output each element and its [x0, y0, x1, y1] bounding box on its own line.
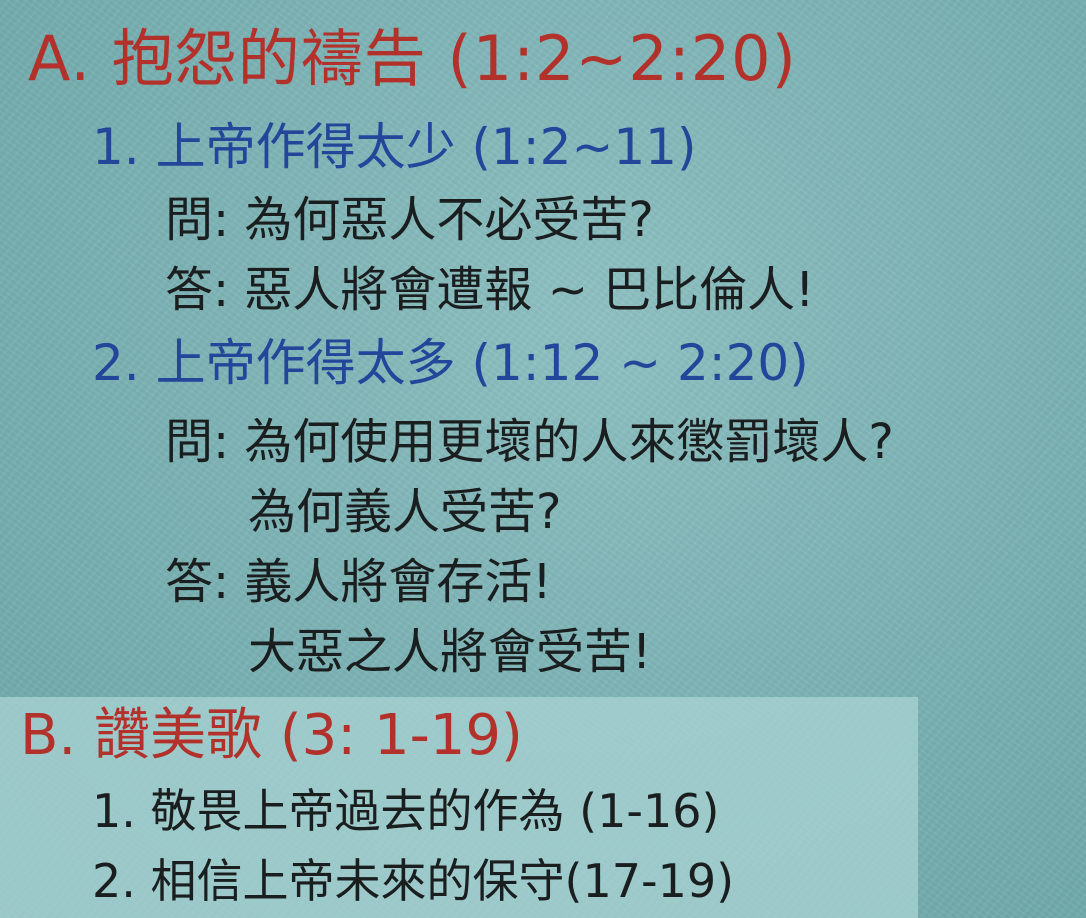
section-a-point-1-answer: 答: 惡人將會遭報 ~ 巴比倫人! [165, 262, 815, 318]
section-b-heading: B. 讚美歌 (3: 1-19) [20, 703, 523, 768]
section-a-point-1-title: 1. 上帝作得太少 (1:2~11) [92, 118, 697, 176]
section-a-heading: A. 抱怨的禱告 (1:2~2:20) [28, 22, 797, 95]
section-a-point-2-question-line-2: 為何義人受苦? [248, 484, 562, 540]
section-a-point-2-answer-line-2: 大惡之人將會受苦! [248, 624, 652, 680]
section-a-point-2-question-line-1: 問: 為何使用更壞的人來懲罰壞人? [165, 414, 894, 470]
section-a-point-2-answer-line-1: 答: 義人將會存活! [165, 554, 552, 610]
section-b-item-2: 2. 相信上帝未來的保守(17-19) [92, 854, 735, 908]
section-a-point-2-title: 2. 上帝作得太多 (1:12 ~ 2:20) [92, 334, 809, 392]
section-b-item-1: 1. 敬畏上帝過去的作為 (1-16) [92, 784, 720, 838]
section-a-point-1-question: 問: 為何惡人不必受苦? [165, 192, 654, 248]
